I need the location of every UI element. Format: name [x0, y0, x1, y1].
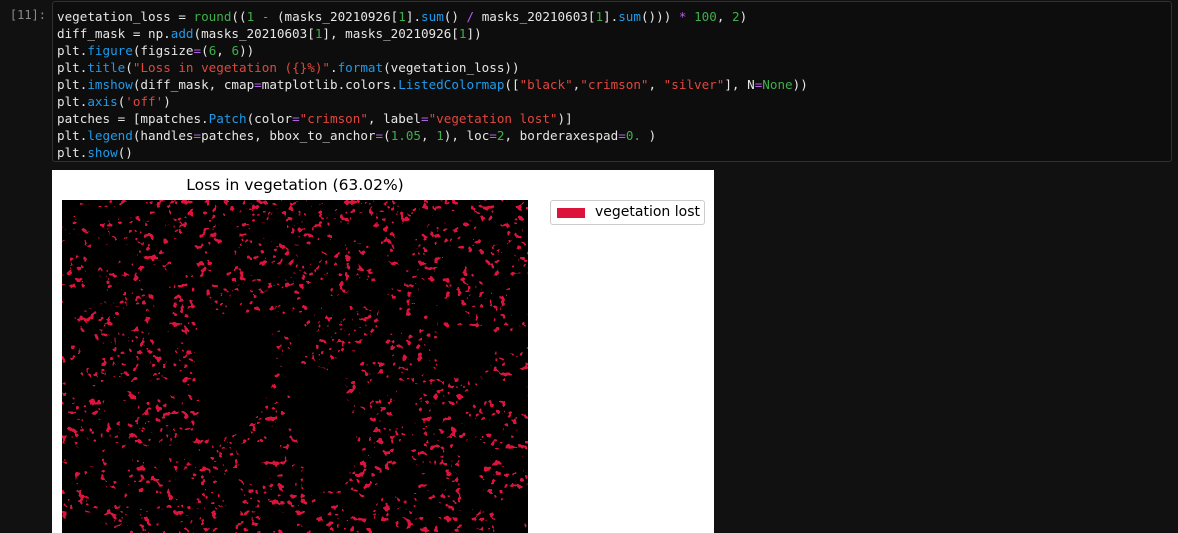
vegetation-mask-image [62, 200, 528, 533]
code-line: plt.figure(figsize=(6, 6)) [57, 43, 255, 58]
code-line: plt.legend(handles=patches, bbox_to_anch… [57, 128, 657, 143]
speckle-layer [62, 200, 528, 533]
code-line: plt.title("Loss in vegetation ({}%)".for… [57, 60, 520, 75]
code-line: vegetation_loss = round((1 - (masks_2021… [57, 9, 748, 24]
code-line: plt.axis('off') [57, 94, 171, 109]
legend-label: vegetation lost [595, 204, 700, 220]
plot-title: Loss in vegetation (63.02%) [186, 176, 404, 194]
code-cell-editor[interactable]: vegetation_loss = round((1 - (masks_2021… [52, 1, 1172, 162]
cell-prompt: [11]: [9, 8, 46, 22]
legend-swatch [557, 208, 585, 218]
code-line: plt.imshow(diff_mask, cmap=matplotlib.co… [57, 77, 808, 92]
code-line: diff_mask = np.add(masks_20210603[1], ma… [57, 26, 482, 41]
code-line: plt.show() [57, 145, 133, 160]
cell-output: Loss in vegetation (63.02%) vegetation l… [52, 170, 714, 533]
code-line: patches = [mpatches.Patch(color="crimson… [57, 111, 573, 126]
legend: vegetation lost [550, 200, 705, 225]
